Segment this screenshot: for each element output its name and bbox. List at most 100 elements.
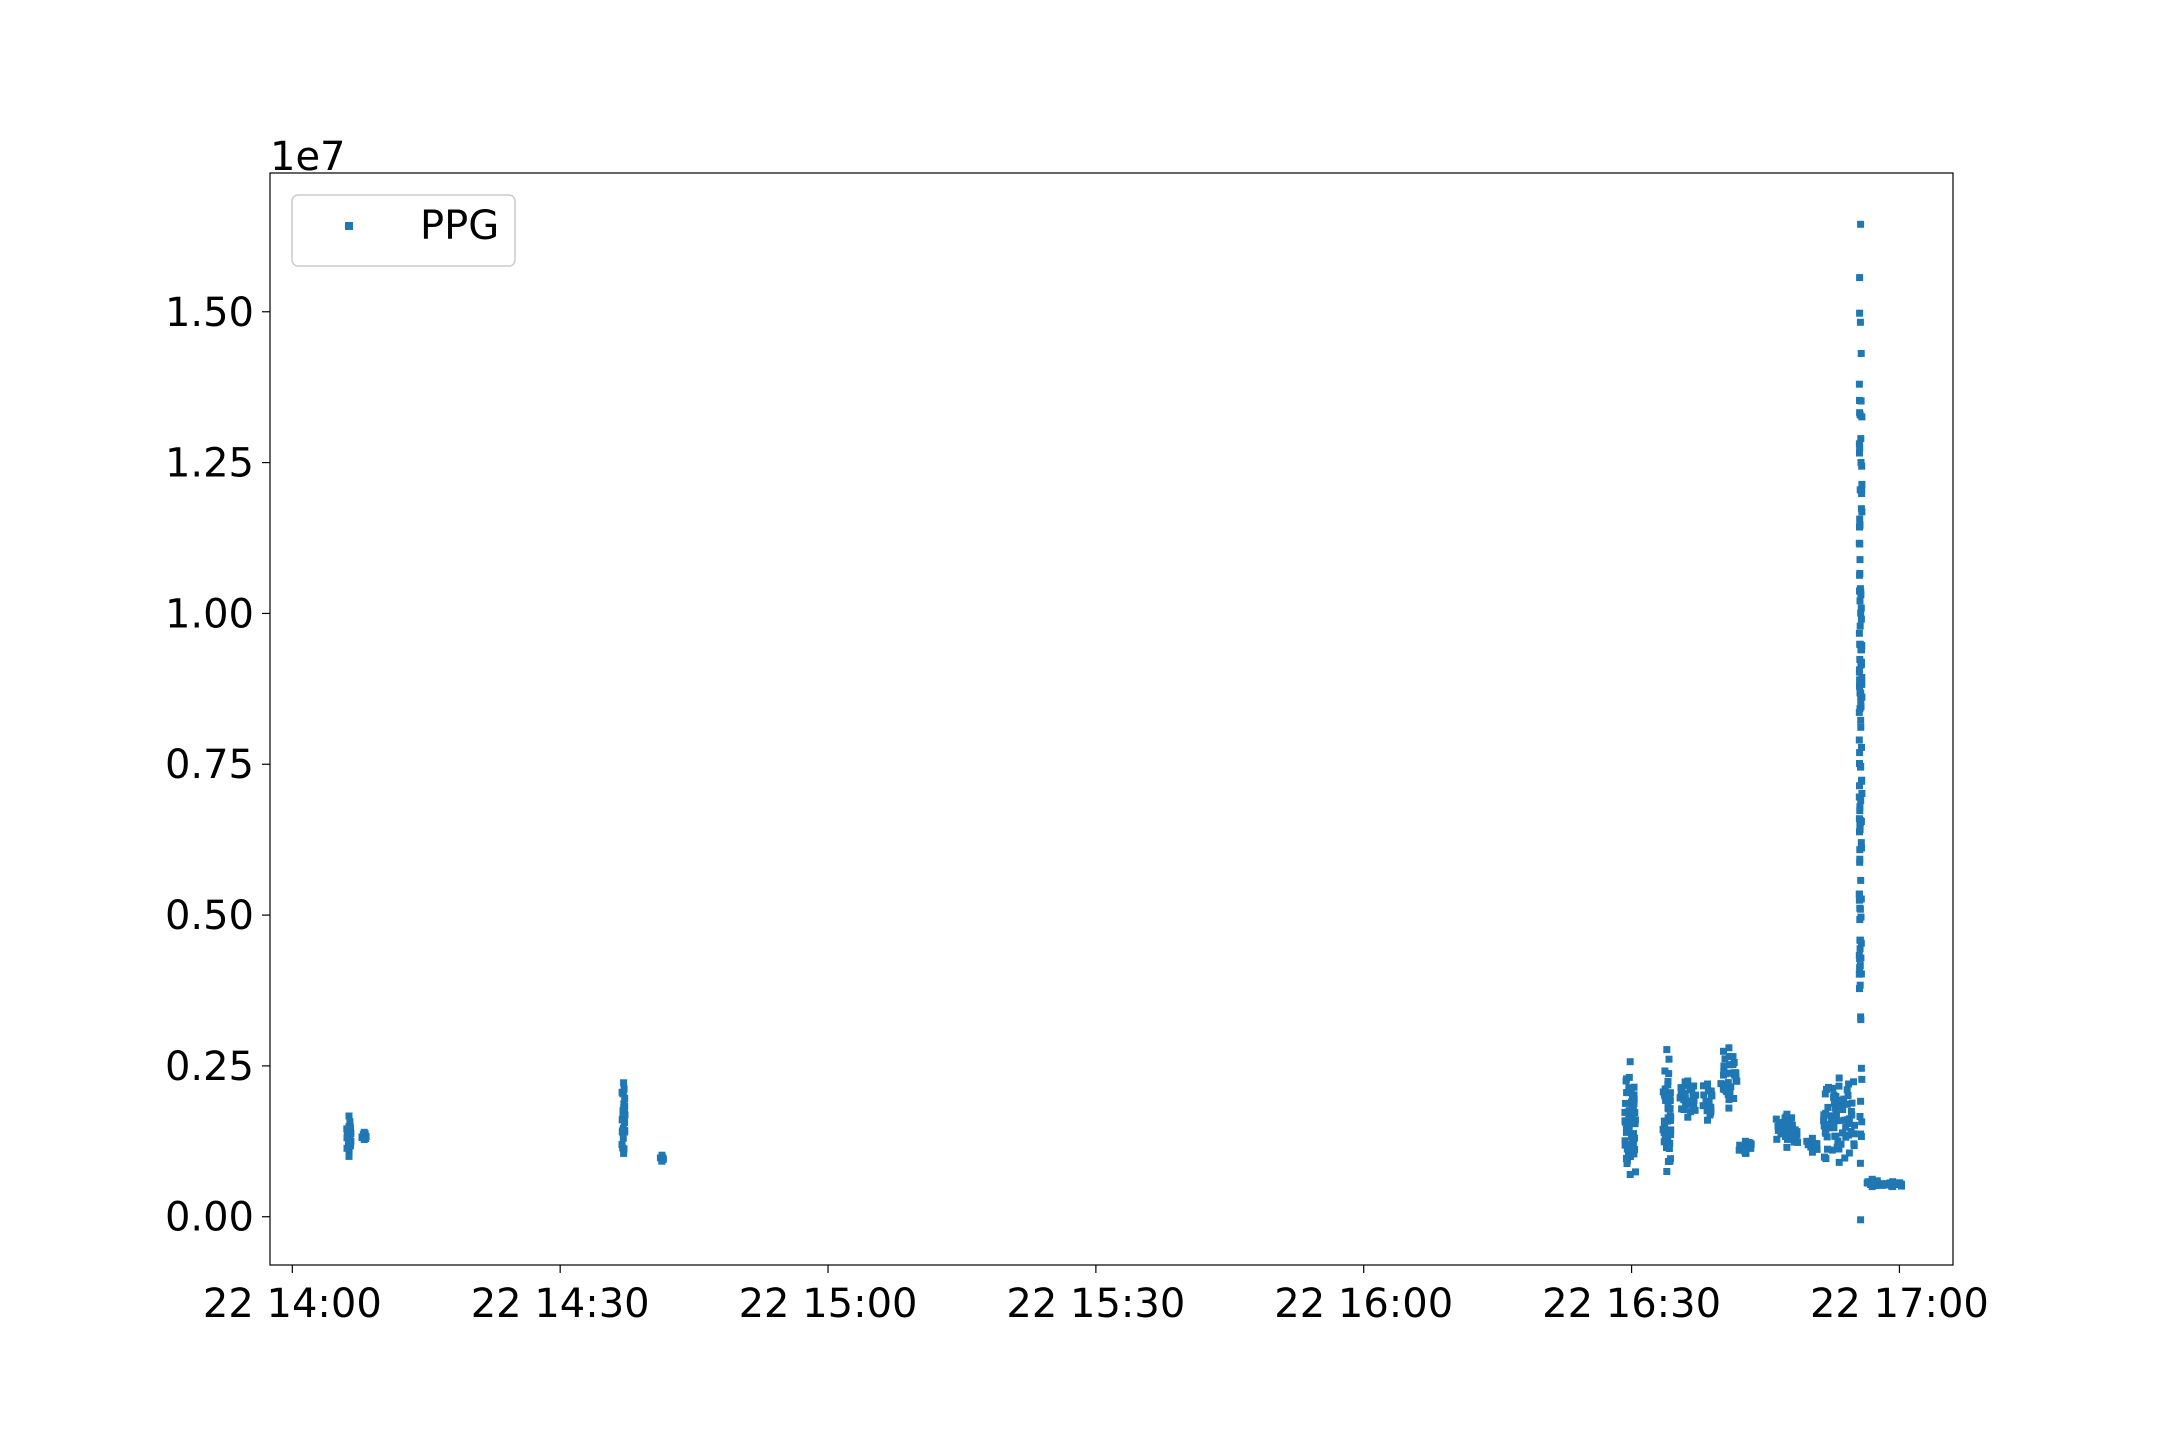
ppg-point	[1782, 1133, 1789, 1140]
ppg-point	[1857, 895, 1865, 903]
ppg-point	[1856, 807, 1864, 815]
ppg-point	[345, 1112, 353, 1120]
ppg-point	[1824, 1145, 1831, 1153]
ppg-point	[1858, 1075, 1866, 1083]
ppg-point	[1857, 1013, 1865, 1021]
ppg-point	[1856, 819, 1864, 827]
ppg-point	[1857, 970, 1865, 978]
ppg-point	[620, 1085, 628, 1093]
ppg-point	[1858, 413, 1866, 421]
ppg-point	[1856, 655, 1864, 663]
ppg-point	[1856, 318, 1864, 326]
ppg-point	[1868, 1183, 1876, 1191]
ppg-point	[1840, 1095, 1848, 1103]
ppg-point	[1858, 777, 1865, 785]
ppg-point	[1835, 1082, 1843, 1090]
ppg-point	[1895, 1180, 1903, 1188]
ppg-point	[1847, 1128, 1855, 1135]
ppg-point	[1857, 723, 1865, 731]
ppg-point	[360, 1136, 368, 1143]
ppg-point	[1857, 797, 1865, 805]
ppg-point	[1621, 1117, 1629, 1125]
ppg-point	[1829, 1084, 1837, 1092]
ppg-point	[1717, 1080, 1725, 1088]
ppg-point	[1684, 1113, 1692, 1121]
y-tick-label: 1.25	[165, 441, 254, 487]
ppg-point	[1845, 1115, 1853, 1123]
ppg-point	[1856, 749, 1864, 757]
ppg-point	[1857, 615, 1865, 623]
ppg-point	[1741, 1137, 1749, 1145]
ppg-point	[1732, 1069, 1740, 1077]
ppg-point	[1822, 1120, 1830, 1128]
ppg-point	[658, 1151, 666, 1159]
ppg-point	[1868, 1175, 1876, 1183]
ppg-point	[1625, 1073, 1633, 1081]
ppg-point	[1855, 629, 1863, 637]
ppg-point	[1857, 459, 1865, 466]
ppg-point	[1725, 1044, 1733, 1052]
ppg-point	[1856, 916, 1864, 924]
ppg-point	[1725, 1104, 1733, 1112]
ppg-point	[347, 1129, 355, 1137]
ppg-point	[1678, 1105, 1686, 1113]
ppg-point	[1808, 1148, 1816, 1156]
ppg-point	[1774, 1126, 1782, 1134]
ppg-point	[1857, 876, 1865, 884]
legend-marker-ppg	[345, 222, 353, 230]
ppg-point	[1856, 846, 1864, 854]
ppg-point	[1783, 1110, 1791, 1118]
ppg-point	[1821, 1090, 1829, 1098]
ppg-point	[1857, 220, 1865, 228]
ppg-point	[1667, 1155, 1674, 1163]
ppg-point	[1857, 591, 1865, 599]
ppg-point	[1850, 1078, 1857, 1086]
legend-label-ppg: PPG	[420, 203, 499, 249]
ppg-point	[1833, 1143, 1841, 1151]
ppg-point	[1858, 1118, 1866, 1126]
ppg-point	[1681, 1091, 1689, 1099]
y-tick-label: 0.75	[165, 742, 254, 788]
ppg-point	[1626, 1171, 1634, 1178]
ppg-point	[1858, 480, 1866, 488]
ppg-point	[1856, 955, 1864, 963]
ppg-point	[345, 1152, 353, 1160]
x-tick-label: 22 14:30	[471, 1281, 650, 1327]
ppg-point	[1857, 1097, 1865, 1105]
ppg-point	[619, 1127, 627, 1135]
ppg-point	[1855, 380, 1863, 388]
ppg-point	[1702, 1099, 1710, 1107]
ppg-point	[1690, 1096, 1698, 1103]
ppg-point	[1856, 905, 1864, 913]
ppg-point	[1857, 1064, 1865, 1072]
x-tick-label: 22 16:00	[1274, 1281, 1453, 1327]
ppg-point	[1831, 1104, 1839, 1112]
y-tick-label: 0.50	[165, 893, 254, 939]
ppg-point	[1857, 350, 1865, 357]
ppg-point	[1661, 1067, 1669, 1075]
y-tick-label: 1.00	[165, 591, 254, 637]
ppg-point	[1856, 569, 1864, 577]
x-tick-label: 22 16:30	[1542, 1281, 1721, 1327]
ppg-point	[1856, 855, 1864, 863]
ppg-point	[1857, 1216, 1865, 1224]
ppg-point	[1783, 1143, 1791, 1151]
ppg-point	[360, 1128, 368, 1136]
ppg-point	[1857, 604, 1865, 612]
ppg-point	[1665, 1145, 1673, 1152]
ppg-point	[1665, 1055, 1673, 1063]
ppg-point	[620, 1149, 628, 1157]
ppg-point	[1729, 1053, 1737, 1061]
ppg-point	[1889, 1178, 1897, 1186]
ppg-scatter-chart: 22 14:00 22 14:30 22 15:00 22 15:30 22 16:00…	[0, 0, 2160, 1440]
ppg-point	[1855, 708, 1863, 716]
ppg-point	[1621, 1108, 1629, 1116]
ppg-point	[1666, 1095, 1674, 1103]
ppg-point	[1858, 508, 1866, 516]
ppg-point	[1857, 689, 1864, 697]
ppg-point	[1720, 1068, 1728, 1076]
ppg-point	[1822, 1129, 1830, 1137]
ppg-point	[1857, 698, 1865, 706]
x-tick-label: 22 15:30	[1006, 1281, 1185, 1327]
ppg-point	[1621, 1137, 1629, 1145]
